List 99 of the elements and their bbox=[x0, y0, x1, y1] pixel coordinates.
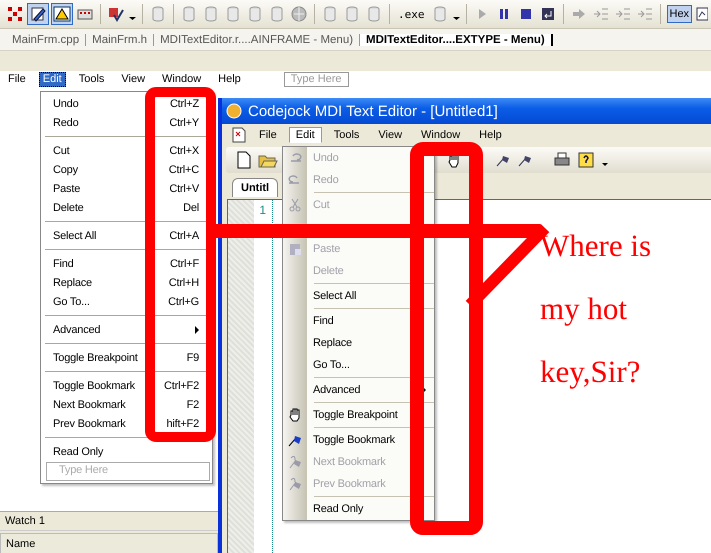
pencil-icon[interactable] bbox=[28, 4, 48, 24]
shortcut-label: Ctrl+C bbox=[168, 164, 199, 176]
window-title: Codejock MDI Text Editor - [Untitled1] bbox=[248, 102, 498, 120]
menu-item[interactable]: Toggle Bookmark bbox=[283, 429, 434, 451]
menu-item[interactable]: Redo Ctrl+Y bbox=[41, 113, 212, 132]
menu-item-label: Toggle Breakpoint bbox=[53, 352, 139, 364]
submenu-arrow-icon bbox=[195, 326, 199, 334]
menu-item-label: Advanced bbox=[53, 324, 102, 336]
shortcut-label: Ctrl+Y bbox=[169, 116, 199, 128]
menu-item[interactable]: Replace bbox=[283, 332, 434, 354]
hex-button[interactable]: Hex bbox=[666, 5, 692, 23]
grid-icon[interactable] bbox=[6, 5, 24, 23]
menu-bar-item[interactable]: Edit bbox=[38, 72, 66, 86]
menu-item[interactable]: Toggle Bookmark Ctrl+F2 bbox=[41, 376, 212, 395]
menu-item[interactable]: Delete Del bbox=[41, 198, 212, 217]
menu-item[interactable]: Go To... Ctrl+G bbox=[41, 292, 212, 311]
menu-item[interactable]: Select All Ctrl+A bbox=[41, 226, 212, 245]
shortcut-label: Ctrl+X bbox=[169, 144, 199, 156]
menu-item-label: Copy bbox=[53, 164, 79, 176]
menu-item[interactable]: Advanced bbox=[283, 379, 434, 401]
help-icon[interactable] bbox=[577, 151, 595, 169]
menu-item-label: Next Bookmark bbox=[53, 398, 127, 410]
menu-item-label: Delete bbox=[53, 202, 85, 214]
menu-item-label: Read Only bbox=[53, 446, 104, 458]
menu-item[interactable]: Read Only bbox=[41, 442, 212, 461]
menu-item-label: Find bbox=[53, 258, 75, 270]
new-file-icon[interactable] bbox=[236, 151, 252, 169]
exe-button[interactable]: .exe bbox=[396, 8, 426, 20]
menu-item-label: Paste bbox=[53, 182, 82, 194]
shortcut-label: Ctrl+H bbox=[168, 276, 199, 288]
shortcut-label: Ctrl+V bbox=[169, 182, 199, 194]
menu-bar-item[interactable]: Help bbox=[214, 72, 245, 86]
menu-item[interactable]: Go To... bbox=[283, 354, 434, 376]
menu-item[interactable]: Toggle Breakpoint bbox=[283, 404, 434, 426]
menu-item[interactable]: Advanced bbox=[41, 320, 212, 339]
globe-icon[interactable] bbox=[290, 5, 308, 23]
redo-icon bbox=[288, 175, 300, 184]
flag-icon bbox=[290, 456, 301, 468]
document-tab[interactable]: MainFrm.h bbox=[86, 34, 154, 46]
menu-item[interactable]: Select All bbox=[283, 285, 434, 307]
menu-item-label: Replace bbox=[53, 276, 93, 288]
annotation-text: my hot bbox=[540, 291, 627, 327]
app-icon bbox=[226, 103, 242, 119]
annotation-text: Where is bbox=[540, 228, 652, 264]
panel-title: Watch 1 bbox=[5, 515, 45, 527]
menu-bar-item[interactable]: Window bbox=[158, 72, 206, 86]
editor-tab[interactable]: Untitl bbox=[232, 178, 278, 197]
annotation-text: key,Sir? bbox=[540, 354, 640, 390]
menu-item[interactable]: Paste Ctrl+V bbox=[41, 179, 212, 198]
submenu-arrow-icon bbox=[422, 386, 426, 394]
menu-item-label: Redo bbox=[53, 116, 80, 128]
chart-icon[interactable] bbox=[696, 5, 708, 23]
document-tab[interactable]: MDITextEditor....EXTYPE - Menu) bbox=[360, 34, 553, 46]
line-number: 1 bbox=[258, 202, 266, 219]
shortcut-label: Ctrl+F2 bbox=[164, 380, 199, 392]
menu-bar-item[interactable]: Window bbox=[414, 126, 468, 142]
menu-bar-item[interactable]: View bbox=[117, 72, 150, 86]
menu-bar-item[interactable]: Help bbox=[472, 126, 509, 142]
menu-item[interactable]: Copy Ctrl+C bbox=[41, 160, 212, 179]
shortcut-label: hift+F2 bbox=[166, 418, 199, 430]
menu-bar-item[interactable]: File bbox=[4, 72, 30, 86]
menu-item-label: Select All bbox=[53, 230, 98, 242]
shortcut-label: Ctrl+A bbox=[169, 230, 199, 242]
document-icon[interactable] bbox=[230, 126, 248, 144]
menu-item[interactable]: Find bbox=[283, 310, 434, 332]
menu-item[interactable]: Undo Ctrl+Z bbox=[41, 94, 212, 113]
document-tab[interactable]: MainFrm.cpp bbox=[6, 34, 86, 46]
flag-icon bbox=[288, 436, 301, 446]
menu-item[interactable]: Cut Ctrl+X bbox=[41, 141, 212, 160]
scissors-icon bbox=[290, 198, 300, 212]
shortcut-label: Ctrl+G bbox=[168, 296, 199, 308]
checkmark-icon[interactable] bbox=[107, 5, 125, 23]
menu-item-label: Undo bbox=[53, 98, 80, 110]
flag-icon bbox=[290, 478, 301, 490]
column-header[interactable]: Name bbox=[0, 533, 218, 553]
clipboard-icon bbox=[290, 244, 301, 255]
menu-item[interactable]: Next Bookmark F2 bbox=[41, 395, 212, 414]
menu-bar-item[interactable]: View bbox=[371, 126, 410, 142]
hand-icon bbox=[289, 408, 300, 422]
shortcut-label: F2 bbox=[186, 398, 199, 410]
menu-item[interactable]: Read Only bbox=[283, 498, 434, 520]
menu-bar-item[interactable]: Tools bbox=[326, 126, 366, 142]
shortcut-label: Del bbox=[183, 202, 199, 214]
shortcut-label: F9 bbox=[186, 352, 199, 364]
menu-item-label: Cut bbox=[53, 144, 71, 156]
menu-item[interactable]: Prev Bookmark hift+F2 bbox=[41, 414, 212, 433]
menu-bar-item[interactable]: Edit bbox=[288, 126, 322, 142]
warning-icon[interactable] bbox=[52, 4, 72, 24]
undo-icon bbox=[290, 153, 302, 162]
shortcut-label: Ctrl+F bbox=[170, 258, 199, 270]
menu-item-label: Prev Bookmark bbox=[53, 418, 127, 430]
menu-item[interactable]: Toggle Breakpoint F9 bbox=[41, 348, 212, 367]
menu-item[interactable]: Find Ctrl+F bbox=[41, 254, 212, 273]
menu-bar-item[interactable]: Tools bbox=[74, 72, 108, 86]
menu-bar-item[interactable]: File bbox=[252, 126, 284, 142]
menu-item[interactable]: Replace Ctrl+H bbox=[41, 273, 212, 292]
shortcut-label: Ctrl+Z bbox=[170, 98, 199, 110]
menu-item-label: Go To... bbox=[53, 296, 91, 308]
menu-item-label: Toggle Bookmark bbox=[53, 380, 136, 392]
